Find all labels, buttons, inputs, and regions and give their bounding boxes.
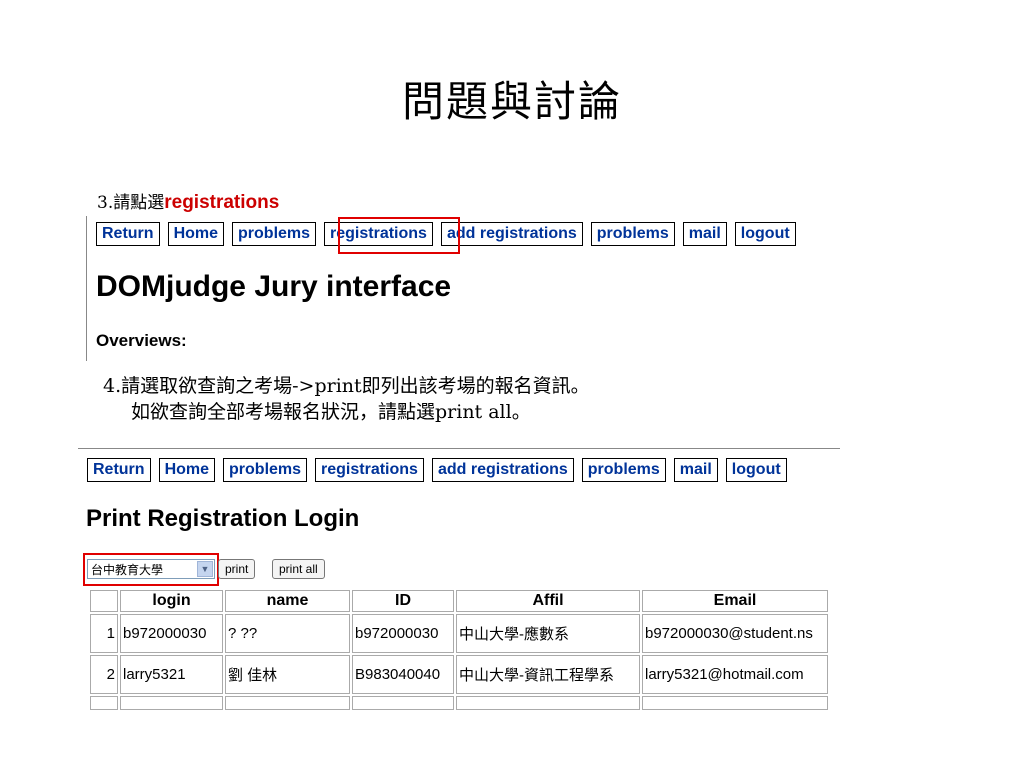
nav-registrations-link[interactable]: registrations: [315, 458, 424, 482]
nav-add-registrations-link[interactable]: add registrations: [440, 222, 583, 246]
cut-cell: [456, 696, 640, 710]
jury-screenshot: Return Home problems registrations add r…: [86, 216, 847, 361]
row-login: b972000030: [120, 614, 223, 653]
nav-problems-link[interactable]: problems: [232, 222, 317, 246]
header-index: [90, 590, 118, 612]
row-login: larry5321: [120, 655, 223, 694]
nav-problems2-link[interactable]: problems: [581, 458, 666, 482]
table-row: 1 b972000030 ? ?? b972000030 中山大學-應數系 b9…: [90, 614, 828, 653]
cut-cell: [352, 696, 454, 710]
table-row-partial: [90, 696, 828, 710]
select-highlight-box: [83, 553, 219, 586]
row-id: B983040040: [352, 655, 454, 694]
table-header-row: login name ID Affil Email: [90, 590, 828, 612]
print-button[interactable]: print: [218, 559, 256, 579]
step3-highlight: registrations: [164, 192, 280, 213]
row-email: b972000030@student.ns: [642, 614, 828, 653]
nav-add-registrations-link[interactable]: add registrations: [431, 458, 574, 482]
overviews-label: Overviews:: [96, 331, 187, 350]
nav-mail-link[interactable]: mail: [682, 222, 727, 246]
header-email: Email: [642, 590, 828, 612]
step4-line2: 如欲查詢全部考場報名狀況，請點選print all。: [131, 401, 531, 423]
header-name: name: [225, 590, 350, 612]
print-nav-bar: Return Home problems registrations add r…: [87, 458, 787, 482]
nav-return-link[interactable]: Return: [87, 458, 151, 482]
print-all-button[interactable]: print all: [272, 559, 325, 579]
nav-home-link[interactable]: Home: [167, 222, 225, 246]
print-registration-screenshot: Return Home problems registrations add r…: [78, 448, 840, 711]
table-row: 2 larry5321 劉 佳林 B983040040 中山大學-資訊工程學系 …: [90, 655, 828, 694]
nav-logout-link[interactable]: logout: [734, 222, 796, 246]
row-email: larry5321@hotmail.com: [642, 655, 828, 694]
header-id: ID: [352, 590, 454, 612]
nav-return-link[interactable]: Return: [96, 222, 160, 246]
header-affil: Affil: [456, 590, 640, 612]
cut-cell: [90, 696, 118, 710]
cut-cell: [120, 696, 223, 710]
row-affil: 中山大學-應數系: [456, 614, 640, 653]
nav-problems2-link[interactable]: problems: [590, 222, 675, 246]
header-login: login: [120, 590, 223, 612]
nav-problems-link[interactable]: problems: [223, 458, 308, 482]
cut-cell: [225, 696, 350, 710]
registration-table: login name ID Affil Email 1 b972000030 ?…: [88, 588, 830, 711]
step3-instruction: 3.請點選registrations: [97, 188, 279, 214]
row-index: 1: [90, 614, 118, 653]
print-heading: Print Registration Login: [86, 505, 360, 532]
step3-prefix: 3.請點選: [97, 193, 165, 213]
row-index: 2: [90, 655, 118, 694]
row-affil: 中山大學-資訊工程學系: [456, 655, 640, 694]
step4-line1: 4.請選取欲查詢之考場->print即列出該考場的報名資訊。: [103, 375, 590, 397]
step4-instruction: 4.請選取欲查詢之考場->print即列出該考場的報名資訊。 如欲查詢全部考場報…: [103, 373, 590, 425]
cut-cell: [642, 696, 828, 710]
jury-heading: DOMjudge Jury interface: [96, 270, 452, 303]
nav-home-link[interactable]: Home: [158, 458, 216, 482]
row-id: b972000030: [352, 614, 454, 653]
nav-logout-link[interactable]: logout: [725, 458, 787, 482]
row-name: 劉 佳林: [225, 655, 350, 694]
slide-title: 問題與討論: [401, 77, 622, 126]
registrations-highlight-box: [338, 217, 460, 254]
row-name: ? ??: [225, 614, 350, 653]
nav-mail-link[interactable]: mail: [673, 458, 718, 482]
